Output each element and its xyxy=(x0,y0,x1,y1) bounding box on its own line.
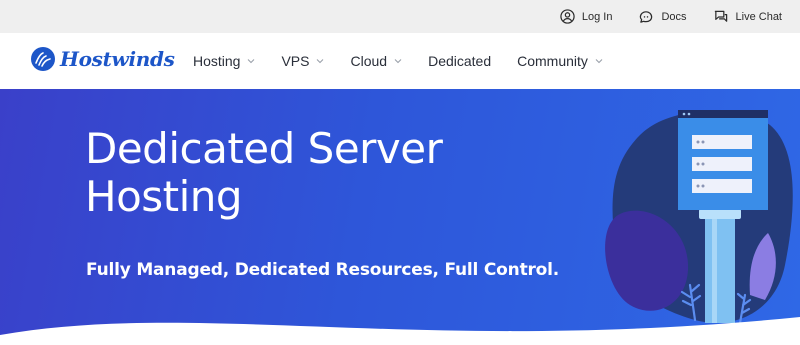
utility-bar: Log In Docs Live Chat xyxy=(0,0,800,33)
chevron-down-icon xyxy=(394,59,402,64)
nav-item-label: VPS xyxy=(281,53,310,69)
chevron-down-icon xyxy=(595,59,603,64)
nav-item-label: Hosting xyxy=(193,53,241,69)
conversation-icon xyxy=(714,10,727,22)
nav-item-cloud[interactable]: Cloud xyxy=(350,53,402,69)
nav-menu: Hosting VPS Cloud Dedicated Community xyxy=(193,33,629,89)
chat-bubble-icon xyxy=(640,11,653,23)
hero-wave xyxy=(0,317,800,345)
brand-logo[interactable]: Hostwinds xyxy=(30,46,175,72)
nav-item-label: Cloud xyxy=(350,53,388,69)
login-label: Log In xyxy=(581,10,613,23)
chevron-down-icon xyxy=(248,59,255,64)
nav-item-label: Community xyxy=(517,53,588,69)
nav-item-community[interactable]: Community xyxy=(517,53,603,69)
nav-item-hosting[interactable]: Hosting xyxy=(193,53,255,69)
hero-banner: Dedicated Server Hosting Fully Managed, … xyxy=(0,89,800,345)
livechat-link[interactable]: Live Chat xyxy=(713,9,782,24)
docs-link[interactable]: Docs xyxy=(638,9,687,24)
hero-subtitle: Fully Managed, Dedicated Resources, Full… xyxy=(86,260,560,280)
brand-name: Hostwinds xyxy=(60,47,175,71)
nav-item-label: Dedicated xyxy=(428,53,492,69)
docs-label: Docs xyxy=(661,10,687,23)
login-link[interactable]: Log In xyxy=(560,9,613,24)
main-navbar: Hostwinds Hosting VPS Cloud Dedicated Co… xyxy=(0,33,800,89)
user-circle-icon xyxy=(560,9,575,24)
nav-item-dedicated[interactable]: Dedicated xyxy=(428,53,491,69)
nav-item-vps[interactable]: VPS xyxy=(281,53,324,69)
hostwinds-logo-icon xyxy=(31,47,55,71)
livechat-label: Live Chat xyxy=(735,10,782,23)
hero-title: Dedicated Server Hosting xyxy=(85,124,443,221)
chevron-down-icon xyxy=(317,59,324,64)
